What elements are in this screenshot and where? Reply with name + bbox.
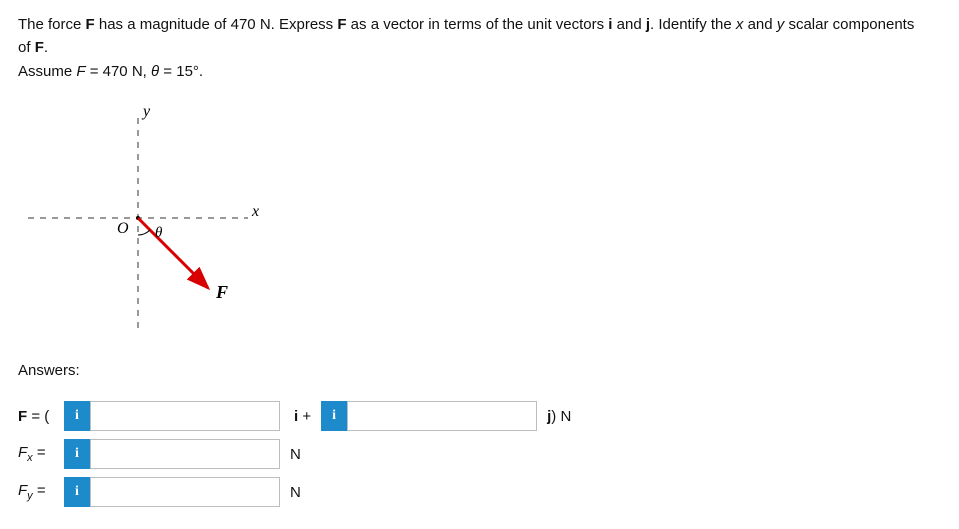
info-icon[interactable]: i: [64, 439, 90, 469]
tail-jN: j) N: [547, 408, 571, 425]
info-icon[interactable]: i: [321, 401, 347, 431]
answer-row-Fy: Fy = i N: [18, 477, 941, 507]
input-F-i[interactable]: [90, 401, 280, 431]
input-F-j[interactable]: [347, 401, 537, 431]
lhs-Fy: Fy =: [18, 482, 64, 502]
problem-line2: of F.: [18, 39, 48, 56]
lhs-F: F = (: [18, 408, 64, 425]
assume-line: Assume F = 470 N, θ = 15°.: [18, 63, 941, 80]
info-icon[interactable]: i: [64, 477, 90, 507]
origin-label: O: [117, 220, 129, 237]
x-axis-label: x: [251, 203, 259, 220]
mid-i-plus: i +: [294, 408, 311, 425]
force-diagram: y x O θ F: [18, 98, 941, 348]
info-icon[interactable]: i: [64, 401, 90, 431]
problem-statement: The force F has a magnitude of 470 N. Ex…: [18, 14, 941, 59]
answer-row-Fx: Fx = i N: [18, 439, 941, 469]
answers-heading: Answers:: [18, 362, 941, 379]
answer-row-F: F = ( i i + i j) N: [18, 401, 941, 431]
problem-line1: The force F has a magnitude of 470 N. Ex…: [18, 16, 914, 33]
y-axis-label: y: [141, 103, 151, 120]
input-Fx[interactable]: [90, 439, 280, 469]
force-label: F: [215, 282, 228, 302]
unit-N: N: [290, 446, 301, 463]
lhs-Fx: Fx =: [18, 444, 64, 464]
theta-label: θ: [155, 225, 163, 241]
unit-N: N: [290, 484, 301, 501]
input-Fy[interactable]: [90, 477, 280, 507]
